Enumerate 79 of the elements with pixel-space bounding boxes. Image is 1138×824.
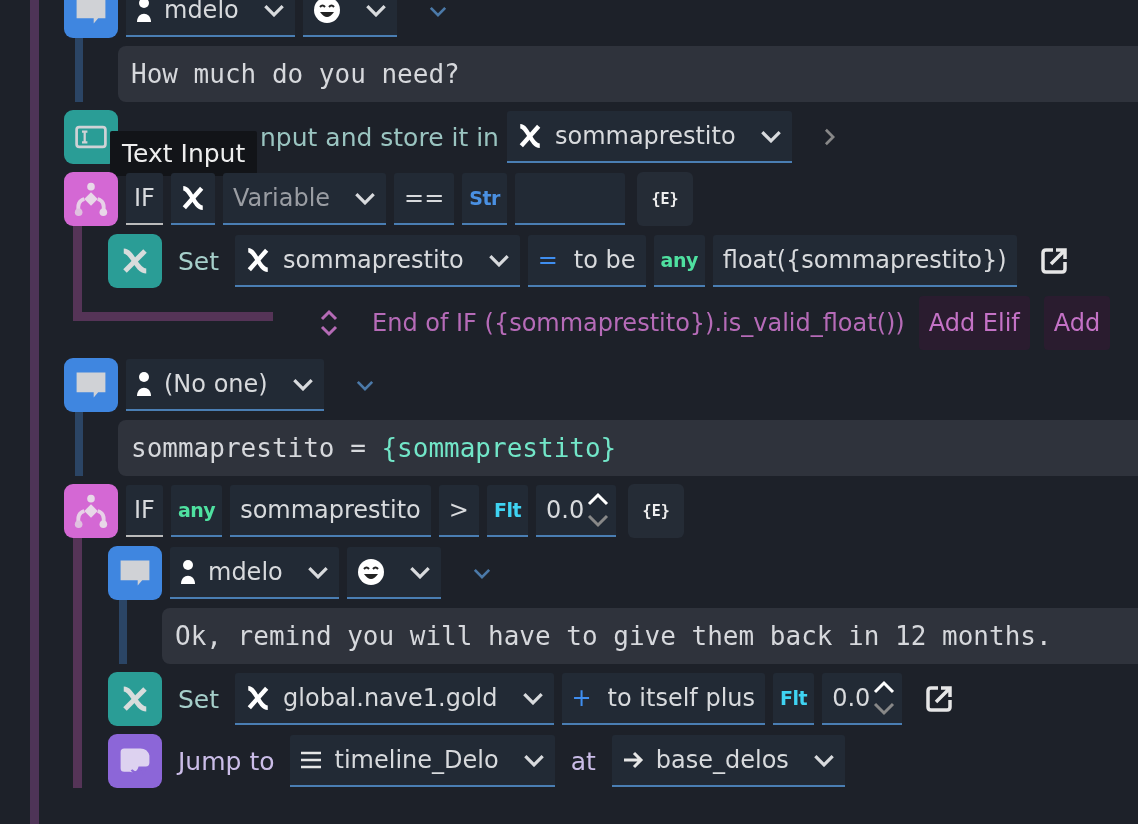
speech-bubble-icon[interactable] — [64, 0, 118, 38]
value-field[interactable]: sommaprestito — [230, 485, 431, 537]
portrait-dropdown[interactable] — [346, 547, 441, 599]
chevron-down-icon — [759, 129, 782, 143]
list-icon — [300, 750, 323, 770]
branch-icon[interactable] — [64, 484, 118, 538]
variable-dropdown[interactable]: global.nave1.gold — [235, 673, 554, 725]
type-badge[interactable]: Str — [462, 173, 507, 225]
jump-icon[interactable] — [108, 734, 162, 788]
variable-icon[interactable] — [108, 234, 162, 288]
character-dropdown[interactable]: mdelo — [170, 547, 339, 599]
type-badge[interactable]: any — [653, 235, 705, 287]
chevron-down-icon — [262, 3, 285, 17]
chevron-down-icon — [522, 753, 545, 767]
value-field[interactable]: float({sommaprestito}) — [712, 235, 1017, 287]
dialogue-text-box[interactable]: sommaprestito = {sommaprestito} — [118, 420, 1138, 476]
chevron-down-icon — [364, 3, 387, 17]
chevron-down-icon — [408, 565, 431, 579]
event-label: nput and store it in — [260, 122, 499, 152]
end-of-branch-label: End of IF ({sommaprestito}).is_valid_float()) — [372, 309, 905, 337]
text-field[interactable] — [514, 173, 625, 225]
text-input-icon[interactable] — [64, 110, 118, 164]
expand-chevron-icon[interactable] — [355, 379, 374, 391]
arrow-right-icon — [621, 750, 644, 770]
operation-dropdown[interactable]: + to itself plus — [561, 673, 766, 725]
add-branch-button[interactable]: Add — [1043, 296, 1111, 350]
smiling-face-icon — [312, 0, 341, 24]
expression-button[interactable]: {E} — [628, 484, 685, 538]
person-icon — [180, 559, 196, 585]
condition-keyword[interactable]: IF — [126, 173, 163, 225]
speech-bubble-icon[interactable] — [64, 358, 118, 412]
type-badge[interactable]: Flt — [773, 673, 815, 725]
chevron-right-icon[interactable] — [823, 128, 835, 146]
tooltip: Text Input — [110, 131, 258, 176]
chevron-down-icon — [306, 565, 329, 579]
variable-dropdown[interactable]: sommaprestito — [235, 235, 520, 287]
condition-keyword[interactable]: IF — [126, 485, 163, 537]
character-dropdown[interactable]: mdelo — [126, 0, 295, 37]
external-link-icon[interactable] — [924, 684, 955, 714]
chevron-down-icon — [487, 253, 510, 267]
chevron-down-icon — [812, 753, 835, 767]
operator-dropdown[interactable]: > — [438, 485, 479, 537]
add-branch-button[interactable]: Add Elif — [918, 296, 1030, 350]
chevron-down-icon — [291, 377, 314, 391]
number-spinbox[interactable]: 0.0 — [822, 673, 903, 725]
variable-dropdown[interactable]: sommaprestito — [506, 111, 792, 163]
variable-type-button[interactable] — [170, 173, 215, 225]
operation-dropdown[interactable]: = to be — [527, 235, 646, 287]
timeline-dropdown[interactable]: timeline_Delo — [290, 735, 555, 787]
expand-chevron-icon[interactable] — [428, 5, 447, 17]
connector-bar — [75, 412, 83, 476]
variable-dropdown[interactable]: Variable — [222, 173, 387, 225]
expression-button[interactable]: {E} — [636, 172, 693, 226]
operator-dropdown[interactable]: == — [394, 173, 455, 225]
portrait-dropdown[interactable] — [302, 0, 397, 37]
external-link-icon[interactable] — [1038, 246, 1069, 276]
smiling-face-icon — [356, 558, 385, 586]
type-badge[interactable]: Flt — [486, 485, 528, 537]
chevron-down-icon — [521, 691, 544, 705]
connector-bar — [75, 38, 83, 102]
event-label: Set — [178, 684, 220, 714]
character-dropdown[interactable]: (No one) — [126, 359, 324, 411]
chevron-down-icon — [354, 191, 377, 205]
number-spinbox[interactable]: 0.0 — [536, 485, 617, 537]
branch-icon[interactable] — [64, 172, 118, 226]
expand-chevron-icon[interactable] — [472, 567, 491, 579]
event-label: Jump to — [178, 746, 275, 776]
dialogue-text-box[interactable]: How much do you need? — [118, 46, 1138, 102]
connector-bar — [119, 600, 127, 664]
speech-bubble-icon[interactable] — [108, 546, 162, 600]
label-dropdown[interactable]: base_delos — [611, 735, 845, 787]
type-badge[interactable]: any — [170, 485, 223, 537]
person-icon — [136, 0, 152, 23]
collapse-toggle-icon[interactable] — [318, 308, 340, 338]
event-label: Set — [178, 246, 220, 276]
variable-icon[interactable] — [108, 672, 162, 726]
dialogue-text-box[interactable]: Ok, remind you will have to give them back in 12 months. — [162, 608, 1138, 664]
event-label: at — [570, 746, 596, 776]
person-icon — [136, 371, 152, 397]
